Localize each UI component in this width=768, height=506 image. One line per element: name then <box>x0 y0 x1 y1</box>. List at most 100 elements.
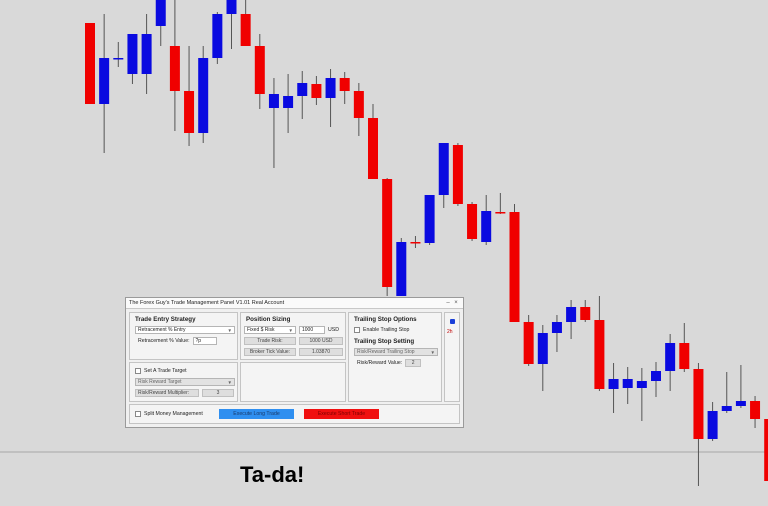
set-target-label: Set A Trade Target <box>144 368 187 374</box>
split-money-row[interactable]: Split Money Management <box>135 411 203 417</box>
bullish-candle <box>551 322 562 333</box>
bearish-candle <box>169 46 180 91</box>
status-indicator-icon <box>450 319 455 324</box>
bullish-candle <box>198 58 209 133</box>
price-chart <box>0 0 768 486</box>
chevron-down-icon: ▼ <box>227 327 232 333</box>
set-target-checkbox[interactable] <box>135 368 141 374</box>
empty-section <box>240 362 346 402</box>
bearish-candle <box>339 78 350 91</box>
bearish-candle <box>254 46 265 94</box>
bullish-candle <box>325 78 336 98</box>
trade-entry-header: Trade Entry Strategy <box>135 316 196 323</box>
risk-mode-value: Fixed $ Risk <box>247 327 275 333</box>
bullish-candle <box>268 94 279 108</box>
bearish-candle <box>693 369 704 439</box>
entry-strategy-select[interactable]: Retracement % Entry ▼ <box>135 326 235 334</box>
chevron-down-icon: ▼ <box>288 327 293 333</box>
split-money-label: Split Money Management <box>144 411 203 417</box>
candles-group <box>85 0 768 486</box>
retracement-label: Retracement % Value: <box>138 338 190 344</box>
multiplier-input[interactable]: 3 <box>202 389 234 397</box>
bullish-candle <box>636 381 647 388</box>
position-sizing-section: Position Sizing Fixed $ Risk ▼ 1000 USD … <box>240 312 346 360</box>
set-target-row[interactable]: Set A Trade Target <box>135 368 187 374</box>
trailing-setting-header: Trailing Stop Setting <box>354 338 415 345</box>
bullish-candle <box>127 34 138 74</box>
bullish-candle <box>113 58 124 60</box>
bullish-candle <box>155 0 166 26</box>
trade-target-section: Set A Trade Target Risk Reward Target ▼ … <box>129 362 238 402</box>
bullish-candle <box>226 0 237 14</box>
caption-text: Ta-da! <box>240 462 305 487</box>
bearish-candle <box>353 91 364 118</box>
bearish-candle <box>410 242 421 244</box>
bullish-candle <box>566 307 577 322</box>
minimize-icon[interactable]: – <box>444 300 452 306</box>
bullish-candle <box>424 195 435 243</box>
timeframe-label: 2h <box>447 329 453 335</box>
bearish-candle <box>184 91 195 133</box>
bullish-candle <box>537 333 548 364</box>
trailing-method-select[interactable]: Risk/Reward Trailing Stop ▼ <box>354 348 438 356</box>
bearish-candle <box>311 84 322 98</box>
close-icon[interactable]: × <box>452 300 460 306</box>
bearish-candle <box>523 322 534 364</box>
panel-footer: Split Money Management Execute Long Trad… <box>129 404 460 424</box>
trade-management-panel: The Forex Guy's Trade Management Panel V… <box>125 297 464 428</box>
bearish-candle <box>495 212 506 214</box>
enable-trailing-checkbox[interactable] <box>354 327 360 333</box>
bullish-candle <box>438 143 449 195</box>
bearish-candle <box>580 307 591 320</box>
bearish-candle <box>368 118 378 179</box>
broker-tick-value: 1.03870 <box>299 348 343 356</box>
bearish-candle <box>764 419 768 481</box>
retracement-input[interactable]: ?p <box>192 337 217 345</box>
bearish-candle <box>467 204 478 239</box>
execute-long-button[interactable]: Execute Long Trade <box>219 409 294 419</box>
trade-entry-section: Trade Entry Strategy Retracement % Entry… <box>129 312 238 360</box>
target-type-select[interactable]: Risk Reward Target ▼ <box>135 378 235 386</box>
bullish-candle <box>212 14 223 58</box>
currency-label: USD <box>328 327 339 333</box>
bullish-candle <box>707 411 718 439</box>
trade-risk-value: 1000 USD <box>299 337 343 345</box>
bullish-candle <box>651 371 661 381</box>
bullish-candle <box>735 401 746 406</box>
enable-trailing-label: Enable Trailing Stop <box>363 327 410 333</box>
bearish-candle <box>594 320 605 389</box>
bearish-candle <box>679 343 690 369</box>
risk-mode-select[interactable]: Fixed $ Risk ▼ <box>244 326 296 334</box>
risk-amount-input[interactable]: 1000 <box>299 326 325 334</box>
execute-short-button[interactable]: Execute Short Trade <box>304 409 379 419</box>
multiplier-label: Risk/Reward Multiplier: <box>135 389 199 397</box>
bullish-candle <box>283 96 294 108</box>
position-sizing-header: Position Sizing <box>246 316 291 323</box>
enable-trailing-row[interactable]: Enable Trailing Stop <box>354 327 409 333</box>
panel-titlebar[interactable]: The Forex Guy's Trade Management Panel V… <box>126 298 463 309</box>
bullish-candle <box>99 58 110 104</box>
bullish-candle <box>481 211 492 242</box>
target-type-value: Risk Reward Target <box>138 379 182 385</box>
trailing-method-value: Risk/Reward Trailing Stop <box>357 349 415 355</box>
bearish-candle <box>85 23 95 104</box>
trailing-rr-input[interactable]: 2 <box>405 359 422 367</box>
trailing-stop-header: Trailing Stop Options <box>354 316 417 323</box>
bullish-candle <box>622 379 633 388</box>
bullish-candle <box>721 406 732 411</box>
split-money-checkbox[interactable] <box>135 411 141 417</box>
bullish-candle <box>665 343 676 371</box>
chevron-down-icon: ▼ <box>430 349 435 355</box>
trailing-rr-label: Risk/Reward Value: <box>357 360 403 366</box>
bearish-candle <box>240 14 251 46</box>
bullish-candle <box>141 34 152 74</box>
bearish-candle <box>509 212 520 322</box>
panel-title: The Forex Guy's Trade Management Panel V… <box>129 300 285 306</box>
bearish-candle <box>750 401 761 419</box>
trailing-stop-section: Trailing Stop Options Enable Trailing St… <box>348 312 442 402</box>
bearish-candle <box>452 145 463 204</box>
broker-tick-label: Broker Tick Value: <box>244 348 296 356</box>
side-column: 2h <box>444 312 460 402</box>
bullish-candle <box>608 379 619 389</box>
trade-risk-label: Trade Risk: <box>244 337 296 345</box>
